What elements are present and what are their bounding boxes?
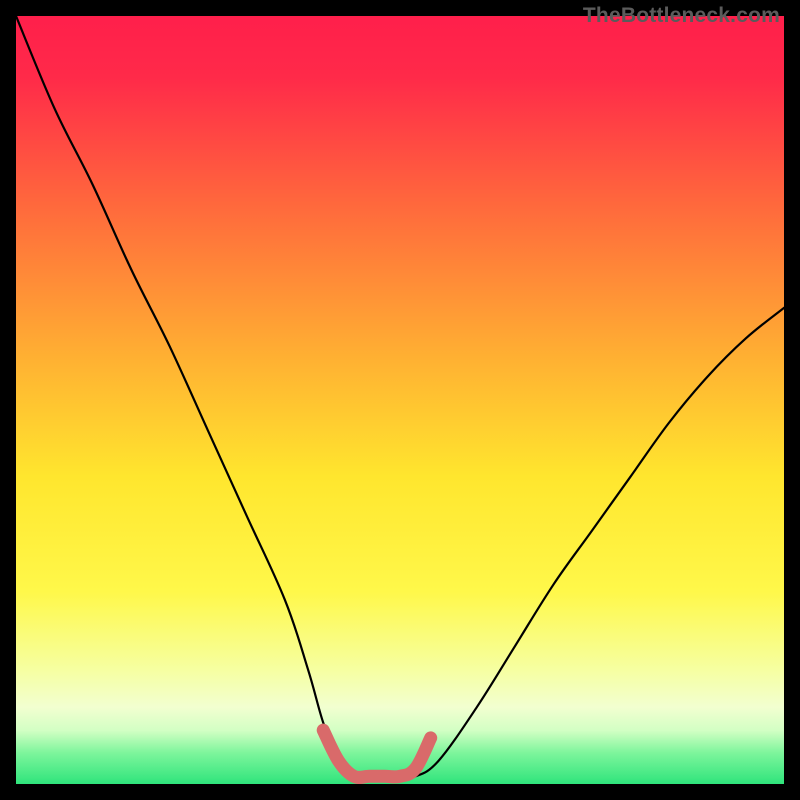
- curve-layer: [16, 16, 784, 784]
- chart-container: TheBottleneck.com: [0, 0, 800, 800]
- watermark-text: TheBottleneck.com: [583, 4, 780, 28]
- bottom-highlight: [323, 730, 431, 777]
- plot-area: [16, 16, 784, 784]
- main-curve: [16, 16, 784, 778]
